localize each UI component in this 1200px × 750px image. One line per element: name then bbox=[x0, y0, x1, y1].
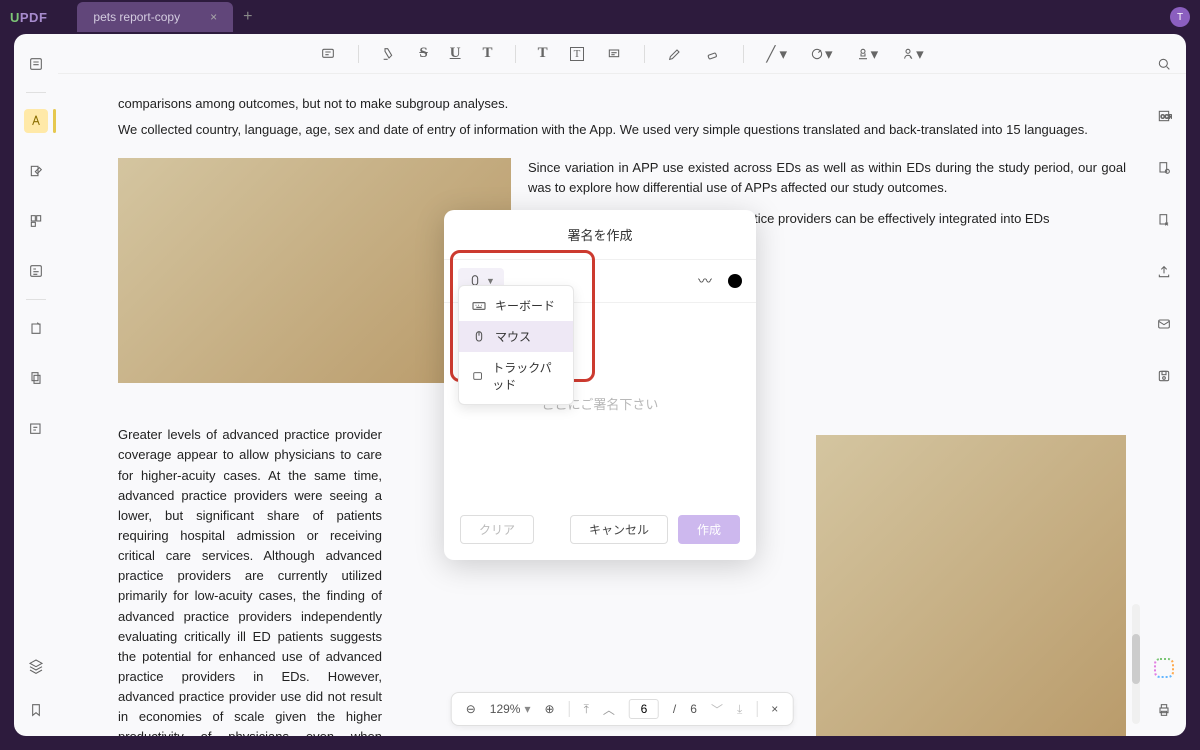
new-tab-button[interactable]: + bbox=[243, 8, 252, 26]
callout-icon[interactable] bbox=[606, 46, 622, 62]
signature-icon[interactable]: ▾ bbox=[900, 45, 924, 63]
squiggly-icon[interactable]: T bbox=[483, 45, 493, 62]
layers-icon[interactable] bbox=[24, 654, 48, 678]
print-icon[interactable] bbox=[1152, 698, 1176, 722]
protect-tool[interactable] bbox=[24, 316, 48, 340]
comment-tool[interactable] bbox=[24, 109, 48, 133]
shape-icon[interactable]: ▾ bbox=[809, 45, 833, 63]
signature-modal: 署名を作成 ▼ 〰 キーボード マウス bbox=[444, 210, 756, 560]
note-icon[interactable] bbox=[320, 46, 336, 62]
prev-page-button[interactable]: ︿ bbox=[603, 701, 615, 718]
ocr-icon[interactable]: OCR bbox=[1152, 104, 1176, 128]
ai-icon[interactable] bbox=[1154, 658, 1174, 678]
dropdown-item-mouse[interactable]: マウス bbox=[459, 321, 573, 352]
color-picker[interactable] bbox=[728, 274, 742, 288]
first-page-button[interactable]: ⤒ bbox=[584, 702, 589, 717]
page-separator: / bbox=[673, 702, 676, 716]
right-sidebar: OCR bbox=[1142, 34, 1186, 736]
zoom-out-button[interactable]: ⊖ bbox=[466, 702, 476, 716]
highlight-icon[interactable] bbox=[381, 46, 397, 62]
paragraph: We collected country, language, age, sex… bbox=[118, 120, 1126, 140]
eraser-icon[interactable] bbox=[705, 46, 721, 62]
textbox-icon[interactable]: T bbox=[570, 47, 585, 61]
redact-tool[interactable] bbox=[24, 416, 48, 440]
share-icon[interactable] bbox=[1152, 260, 1176, 284]
close-icon[interactable]: × bbox=[210, 10, 217, 24]
annotation-toolbar: S U T T T ╱ ▾ ▾ ▾ ▾ bbox=[58, 34, 1186, 74]
document-tab[interactable]: pets report-copy × bbox=[77, 2, 233, 32]
cancel-button[interactable]: キャンセル bbox=[570, 515, 668, 544]
scrollbar[interactable] bbox=[1132, 604, 1140, 724]
dropdown-item-keyboard[interactable]: キーボード bbox=[459, 290, 573, 321]
search-icon[interactable] bbox=[1152, 52, 1176, 76]
strikethrough-icon[interactable]: S bbox=[419, 45, 427, 62]
form-tool[interactable] bbox=[24, 259, 48, 283]
stamp-icon[interactable]: ▾ bbox=[855, 45, 879, 63]
paragraph: Since variation in APP use existed acros… bbox=[528, 158, 1126, 198]
last-page-button[interactable]: ⤓ bbox=[737, 702, 742, 717]
underline-icon[interactable]: U bbox=[450, 45, 461, 62]
line-icon[interactable]: ╱ ▾ bbox=[766, 45, 787, 63]
paragraph: Greater levels of advanced practice prov… bbox=[118, 425, 382, 736]
edit-tool[interactable] bbox=[24, 159, 48, 183]
reader-tool[interactable] bbox=[24, 52, 48, 76]
create-button[interactable]: 作成 bbox=[678, 515, 740, 544]
clear-button[interactable]: クリア bbox=[460, 515, 534, 544]
input-mode-dropdown: キーボード マウス トラックパッド bbox=[458, 285, 574, 405]
modal-title: 署名を作成 bbox=[444, 210, 756, 259]
email-icon[interactable] bbox=[1152, 312, 1176, 336]
close-bar-button[interactable]: × bbox=[771, 702, 778, 716]
save-icon[interactable] bbox=[1152, 364, 1176, 388]
user-avatar[interactable]: T bbox=[1170, 7, 1190, 27]
dropdown-item-trackpad[interactable]: トラックパッド bbox=[459, 352, 573, 400]
zoom-page-bar: ⊖ 129%▾ ⊕ ⤒ ︿ / 6 ﹀ ⤓ × bbox=[451, 692, 794, 726]
crop-tool[interactable] bbox=[24, 366, 48, 390]
titlebar: UPDF pets report-copy × + T bbox=[0, 0, 1200, 34]
app-logo: UPDF bbox=[10, 10, 47, 25]
paragraph: comparisons among outcomes, but not to m… bbox=[118, 94, 1126, 114]
convert-icon[interactable] bbox=[1152, 208, 1176, 232]
pencil-icon[interactable] bbox=[667, 46, 683, 62]
bookmark-icon[interactable] bbox=[24, 698, 48, 722]
text-icon[interactable]: T bbox=[538, 45, 548, 62]
left-sidebar bbox=[14, 34, 58, 736]
tab-title: pets report-copy bbox=[93, 10, 180, 24]
stroke-style-icon[interactable]: 〰 bbox=[698, 271, 712, 291]
page-input[interactable] bbox=[629, 699, 659, 719]
page-total: 6 bbox=[690, 702, 697, 716]
document-image bbox=[816, 435, 1126, 736]
page-tool[interactable] bbox=[24, 209, 48, 233]
zoom-in-button[interactable]: ⊕ bbox=[545, 702, 555, 716]
svg-text:OCR: OCR bbox=[1161, 115, 1172, 121]
next-page-button[interactable]: ﹀ bbox=[711, 701, 723, 718]
zoom-value[interactable]: 129% bbox=[490, 702, 521, 716]
batch-icon[interactable] bbox=[1152, 156, 1176, 180]
